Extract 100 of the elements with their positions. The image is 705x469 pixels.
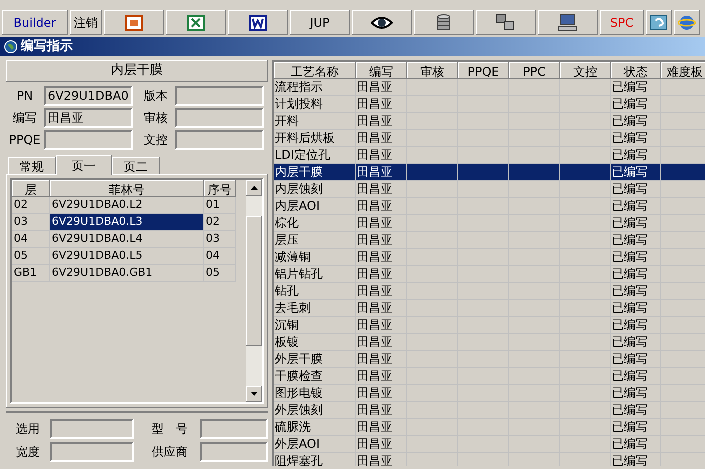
input-field[interactable] (200, 442, 268, 462)
table-row[interactable]: 开料后烘板 田昌亚 已编写 (274, 130, 705, 147)
table-cell: 02 (204, 214, 236, 231)
input-field[interactable] (44, 130, 133, 150)
table-row[interactable]: 减薄铜 田昌亚 已编写 (274, 249, 705, 266)
table-cell: 已编写 (611, 147, 661, 163)
table-cell: 钻孔 (274, 283, 356, 299)
column-header[interactable]: 文控 (560, 62, 611, 79)
table-row[interactable]: 图形电镀 田昌亚 已编写 (274, 385, 705, 402)
table-row[interactable]: 硫脲洗 田昌亚 已编写 (274, 419, 705, 436)
table-cell: 开料后烘板 (274, 130, 356, 146)
table-cell: 田昌亚 (356, 266, 407, 282)
table-cell: 03 (204, 231, 236, 248)
column-header[interactable]: PPC (509, 62, 560, 79)
table-cell: 田昌亚 (356, 147, 407, 163)
table-cell: 已编写 (611, 96, 661, 112)
table-row[interactable]: 外层AOI 田昌亚 已编写 (274, 436, 705, 453)
table-cell: 内层AOI (274, 198, 356, 214)
computer-icon (558, 14, 578, 32)
table-cell: 已编写 (611, 334, 661, 350)
table-row[interactable]: 沉铜 田昌亚 已编写 (274, 317, 705, 334)
table-cell: 层压 (274, 232, 356, 248)
field-label: PN (16, 88, 34, 105)
scroll-down-button[interactable] (246, 386, 262, 402)
toolbar-button[interactable]: JUP (290, 10, 350, 35)
toolbar-button[interactable] (538, 10, 598, 35)
table-cell: 已编写 (611, 198, 661, 214)
scroll-thumb[interactable] (246, 216, 262, 346)
input-field[interactable]: 田昌亚 (44, 108, 133, 128)
table-cell: 已编写 (611, 300, 661, 316)
table-cell: 开料 (274, 113, 356, 129)
table-cell: 已编写 (611, 402, 661, 418)
table-cell: 已编写 (611, 368, 661, 384)
column-header[interactable]: 层 (12, 180, 50, 197)
column-header[interactable]: 状态 (611, 62, 661, 79)
table-cell: 6V29U1DBA0.L3 (50, 214, 204, 231)
table-row[interactable]: 铝片钻孔 田昌亚 已编写 (274, 266, 705, 283)
table-cell: 田昌亚 (356, 96, 407, 112)
table-cell: 田昌亚 (356, 113, 407, 129)
table-cell: 铝片钻孔 (274, 266, 356, 282)
table-row[interactable]: 去毛刺 田昌亚 已编写 (274, 300, 705, 317)
toolbar-button[interactable] (414, 10, 474, 35)
table-row[interactable]: 外层蚀刻 田昌亚 已编写 (274, 402, 705, 419)
database-icon (436, 14, 452, 32)
table-row[interactable]: 外层干膜 田昌亚 已编写 (274, 351, 705, 368)
field-label: 选用 (15, 421, 41, 438)
table-row[interactable]: 干膜检查 田昌亚 已编写 (274, 368, 705, 385)
table-cell: 已编写 (611, 385, 661, 401)
toolbar-button[interactable] (228, 10, 288, 35)
column-header[interactable]: 难度板 (661, 62, 705, 79)
scrollbar[interactable] (246, 180, 262, 402)
table-cell: 减薄铜 (274, 249, 356, 265)
panel-heading: 内层干膜 (6, 60, 268, 82)
tab[interactable]: 页二 (112, 157, 160, 174)
scroll-up-button[interactable] (246, 180, 262, 196)
table-cell: 田昌亚 (356, 232, 407, 248)
table-row[interactable]: 钻孔 田昌亚 已编写 (274, 283, 705, 300)
table-cell: 田昌亚 (356, 436, 407, 452)
table-cell: 04 (12, 231, 50, 248)
table-row[interactable]: 层压 田昌亚 已编写 (274, 232, 705, 249)
input-field[interactable]: 6V29U1DBA0 (44, 86, 133, 106)
tab[interactable]: 常规 (8, 157, 56, 174)
table-cell: 已编写 (611, 232, 661, 248)
network-icon (496, 14, 516, 32)
table-cell: 已编写 (611, 181, 661, 197)
table-row[interactable]: 计划投料 田昌亚 已编写 (274, 96, 705, 113)
table-row[interactable]: 板镀 田昌亚 已编写 (274, 334, 705, 351)
input-field[interactable] (175, 130, 264, 150)
table-row[interactable]: 内层干膜 田昌亚 已编写 (274, 164, 705, 181)
field-label: 型 号 (151, 421, 189, 438)
column-header[interactable]: 审核 (407, 62, 458, 79)
column-header[interactable]: 编写 (356, 62, 407, 79)
column-header[interactable]: 工艺名称 (274, 62, 356, 79)
input-field[interactable] (50, 419, 134, 439)
toolbar-button[interactable]: 注销 (70, 10, 102, 35)
toolbar-button[interactable] (476, 10, 536, 35)
input-field[interactable] (200, 419, 268, 439)
column-header[interactable]: PPQE (458, 62, 509, 79)
table-cell: 已编写 (611, 164, 661, 180)
tab[interactable]: 页一 (56, 155, 112, 175)
input-field[interactable] (175, 86, 264, 106)
table-row[interactable]: 棕化 田昌亚 已编写 (274, 215, 705, 232)
table-row[interactable]: 流程指示 田昌亚 已编写 (274, 79, 705, 96)
table-cell: 已编写 (611, 113, 661, 129)
table-row[interactable]: 开料 田昌亚 已编写 (274, 113, 705, 130)
table-cell: 田昌亚 (356, 249, 407, 265)
table-cell: 内层蚀刻 (274, 181, 356, 197)
input-field[interactable] (175, 108, 264, 128)
spreadsheet-icon (187, 14, 205, 30)
column-header[interactable]: 序号 (204, 180, 236, 197)
toolbar-button[interactable] (352, 10, 412, 35)
input-field[interactable] (50, 442, 134, 462)
toolbar-button[interactable]: Builder (2, 10, 68, 35)
column-header[interactable]: 菲林号 (50, 180, 204, 197)
table-row[interactable]: 内层AOI 田昌亚 已编写 (274, 198, 705, 215)
table-cell: 板镀 (274, 334, 356, 350)
toolbar-button[interactable] (646, 10, 672, 35)
field-label: 宽度 (15, 444, 41, 461)
table-row[interactable]: 内层蚀刻 田昌亚 已编写 (274, 181, 705, 198)
table-cell: 田昌亚 (356, 368, 407, 384)
